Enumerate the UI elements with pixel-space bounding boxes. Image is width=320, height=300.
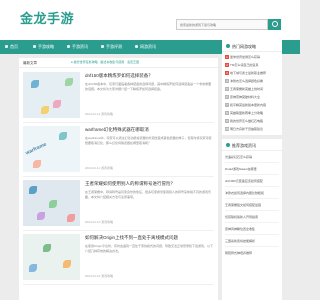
search-input[interactable] bbox=[176, 19, 268, 30]
hot-guides-title: 热门网游攻略 bbox=[226, 44, 256, 50]
hot-list-item[interactable]: 9 我的世界怎么做红石电路 bbox=[225, 119, 280, 123]
article-thumbnail[interactable]: warframe bbox=[23, 126, 80, 172]
news-list-item[interactable]: 冲锋衣如何选择内胆比较暖和 bbox=[225, 191, 280, 195]
recommended-news-title: 推荐游戏资讯 bbox=[226, 143, 256, 149]
nav-item-news[interactable]: 手游资讯 bbox=[66, 40, 88, 54]
nav-item-online-news[interactable]: 网游资讯 bbox=[134, 40, 156, 54]
divider bbox=[225, 174, 279, 175]
divider bbox=[225, 234, 279, 235]
divider bbox=[23, 284, 214, 285]
divider bbox=[19, 67, 218, 68]
divider bbox=[225, 210, 279, 211]
divider bbox=[225, 246, 279, 247]
article-excerpt: 在王者荣耀中，称谓称号是玩家身份的象征，很多玩家希望使用别人的称号来体验不同的游… bbox=[85, 190, 212, 200]
rank-badge: 7 bbox=[225, 103, 229, 107]
hot-list-item[interactable]: 4 冲锋衣怎么选择颜色好看 bbox=[225, 79, 280, 83]
article-meta: 2024-01-11 游戏攻略 bbox=[85, 166, 113, 170]
divider bbox=[222, 150, 282, 151]
hot-list-item[interactable]: 7 和平精英最新版本更新内容 bbox=[225, 103, 280, 107]
rank-badge: 10 bbox=[225, 127, 229, 131]
news-list-item[interactable]: 王者荣耀铭文如何搭配最强 bbox=[225, 203, 280, 207]
nav-item-reviews[interactable]: 手游评测 bbox=[100, 40, 122, 54]
rank-badge: 8 bbox=[225, 111, 229, 115]
article-meta: 2024-01-11 游戏攻略 bbox=[85, 112, 113, 116]
divider bbox=[222, 51, 282, 52]
nav-item-home[interactable]: 首页 bbox=[4, 40, 18, 54]
news-list-item[interactable]: 三国杀新武将技能解析 bbox=[225, 239, 280, 243]
hot-list-item[interactable]: 6 原神雷神突破材料大全 bbox=[225, 95, 280, 99]
hot-list-item[interactable]: 5 王者荣耀新英雄上线时间 bbox=[225, 87, 280, 91]
site-logo[interactable]: 金龙手游 bbox=[20, 8, 74, 27]
article-item[interactable]: 如何解决Origin上找不到一直处于离线模式问题 在使用Origin平台时，有时… bbox=[23, 232, 214, 286]
article-title[interactable]: 王者荣耀如何使用别人的称谓称号进行冒险？ bbox=[85, 181, 175, 187]
article-excerpt: 在使用Origin平台时，有时会遇到一直处于离线模式的问题，导致无法正常登录和下… bbox=[85, 244, 214, 254]
rank-badge: 9 bbox=[225, 119, 229, 123]
news-list-item[interactable]: dnf1000元装备应该如何搭配 bbox=[225, 179, 280, 183]
divider bbox=[225, 162, 279, 163]
article-title[interactable]: dnf150版本精炼罗如何选择装备？ bbox=[85, 73, 153, 79]
section-title: 最新文章 bbox=[23, 61, 37, 65]
article-thumbnail[interactable] bbox=[23, 234, 80, 280]
divider bbox=[225, 222, 279, 223]
rank-badge: 2 bbox=[225, 63, 229, 67]
rank-badge: 5 bbox=[225, 87, 229, 91]
header: 金龙手游 bbox=[0, 0, 300, 40]
article-item[interactable]: warframe warframe幻化特殊武器在哪取消 在warframe中，玩… bbox=[23, 124, 214, 178]
hot-list-item[interactable]: 3 地下城与勇士最新职业推荐 bbox=[225, 71, 280, 75]
hot-list-item[interactable]: 8 英雄联盟新赛季上分攻略 bbox=[225, 111, 280, 115]
divider bbox=[225, 198, 279, 199]
rank-badge: 4 bbox=[225, 79, 229, 83]
article-excerpt: 在warframe中，玩家可以通过幻化功能将武器的外观改变成其他武器的样子，但有… bbox=[85, 136, 212, 146]
news-list-item[interactable]: 光遇彩虹石怎么获得 bbox=[225, 155, 280, 159]
news-list-item[interactable]: 饥荒联机版新人开局指南 bbox=[225, 215, 280, 219]
article-meta: 2024-01-10 游戏攻略 bbox=[85, 220, 114, 224]
rank-badge: 3 bbox=[225, 71, 229, 75]
rank-badge: 6 bbox=[225, 95, 229, 99]
news-list-item[interactable]: Dota2游戏Steam在哪里 bbox=[225, 167, 280, 171]
article-thumbnail[interactable] bbox=[23, 180, 80, 226]
hot-list-item[interactable]: 10明日方舟新干员抽取建议 bbox=[225, 127, 280, 131]
divider bbox=[23, 176, 214, 177]
breadcrumb[interactable]: ● 魔兽世界任务攻略 · 魔法书收集与使用 · 洛克王国 bbox=[71, 60, 139, 64]
article-excerpt: 在dnf150版本中，玩家们面临着各种装备的选择问题，其中精炼罗如何选择装备是一… bbox=[85, 82, 212, 92]
divider bbox=[225, 186, 279, 187]
rank-badge: 1 bbox=[225, 55, 229, 59]
search-button[interactable] bbox=[268, 19, 281, 30]
news-list-item[interactable]: 原神风神瞳位置全收集 bbox=[225, 227, 280, 231]
article-item[interactable]: dnf150版本精炼罗如何选择装备？ 在dnf150版本中，玩家们面临着各种装备… bbox=[23, 70, 214, 124]
article-item[interactable]: 王者荣耀如何使用别人的称谓称号进行冒险？ 在王者荣耀中，称谓称号是玩家身份的象征… bbox=[23, 178, 214, 232]
news-list-item[interactable]: 阴阳师式神培养推荐 bbox=[225, 251, 280, 255]
thumbnail-caption: warframe bbox=[24, 141, 48, 157]
hot-list-item[interactable]: 1 迷你世界坐骑怎么获得 bbox=[225, 55, 280, 59]
hot-guides-panel: 热门网游攻略 1 迷你世界坐骑怎么获得 2 Tf2怎么领自己的道具 3 地下城与勇士最… bbox=[222, 40, 282, 135]
article-thumbnail[interactable] bbox=[23, 72, 80, 118]
divider bbox=[23, 230, 214, 231]
article-list-panel: 最新文章 ● 魔兽世界任务攻略 · 魔法书收集与使用 · 洛克王国 dnf150… bbox=[19, 58, 218, 300]
article-title[interactable]: 如何解决Origin上找不到一直处于离线模式问题 bbox=[85, 235, 178, 241]
nav-item-guides[interactable]: 手游攻略 bbox=[32, 40, 54, 54]
recommended-news-panel: 推荐游戏资讯 光遇彩虹石怎么获得 Dota2游戏Steam在哪里 dnf1000… bbox=[222, 139, 282, 300]
article-meta: 2024-01-10 游戏攻略 bbox=[85, 274, 114, 278]
article-title[interactable]: warframe幻化特殊武器在哪取消 bbox=[85, 127, 149, 133]
divider bbox=[23, 122, 214, 123]
hot-list-item[interactable]: 2 Tf2怎么领自己的道具 bbox=[225, 63, 280, 67]
